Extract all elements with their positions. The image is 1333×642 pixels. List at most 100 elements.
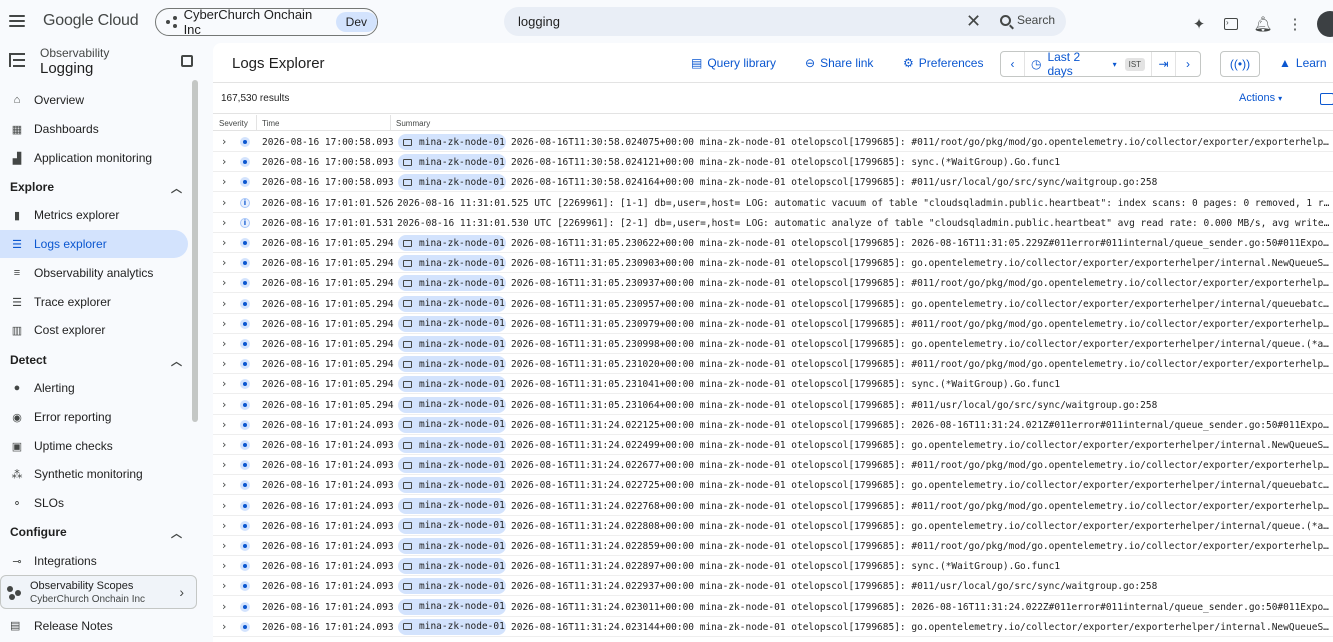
resource-chip[interactable]: mina-zk-node-01 (398, 255, 506, 272)
resource-chip[interactable]: mina-zk-node-01 (398, 558, 506, 575)
expand-row-icon[interactable]: › (222, 357, 226, 370)
expand-row-icon[interactable]: › (222, 256, 226, 269)
share-link-button[interactable]: ⊖ Share link (805, 56, 873, 70)
resource-chip[interactable]: mina-zk-node-01 (398, 336, 506, 352)
resource-chip[interactable]: mina-zk-node-01 (398, 295, 506, 312)
search-input[interactable] (518, 14, 958, 29)
sidebar-item-cost-explorer[interactable]: ▥ Cost explorer (0, 316, 188, 344)
table-row[interactable]: › 2026-08-16 17:01:05.294 mina-zk-node-01 2… (213, 354, 1333, 375)
table-row[interactable]: › 2026-08-16 17:01:24.093 mina-zk-node-01 2… (213, 556, 1333, 577)
table-row[interactable]: › 2026-08-16 17:01:05.294 mina-zk-node-01 2… (213, 374, 1333, 395)
observability-scopes-button[interactable]: Observability Scopes CyberChurch Onchain… (0, 575, 197, 609)
notifications-bell-icon[interactable]: 🔔︎ (1253, 14, 1273, 34)
resource-chip[interactable]: mina-zk-node-01 (398, 618, 506, 635)
resource-chip[interactable]: mina-zk-node-01 (398, 538, 506, 554)
resource-chip[interactable]: mina-zk-node-01 (398, 235, 506, 251)
table-row[interactable]: › i 2026-08-16 17:01:01.526 2026-08-16 11:3… (213, 193, 1333, 213)
previous-range-button[interactable]: ‹ (1001, 52, 1025, 76)
expand-row-icon[interactable]: › (222, 175, 226, 188)
clear-search-icon[interactable]: ✕ (966, 12, 981, 30)
table-row[interactable]: › 2026-08-16 17:01:05.294 mina-zk-node-01 2… (213, 253, 1333, 274)
expand-row-icon[interactable]: › (222, 276, 226, 289)
sidebar-item-uptime-checks[interactable]: ▣ Uptime checks (0, 432, 188, 460)
learn-button[interactable]: ▲ Learn (1279, 56, 1327, 70)
gemini-spark-icon[interactable]: ✦ (1189, 14, 1209, 34)
sidebar-item-slos[interactable]: ⚬ SLOs (0, 489, 188, 517)
table-row[interactable]: › 2026-08-16 17:00:58.093 mina-zk-node-01 2… (213, 132, 1333, 152)
resource-chip[interactable]: mina-zk-node-01 (398, 134, 506, 150)
resource-chip[interactable]: mina-zk-node-01 (398, 174, 506, 191)
table-row[interactable]: › 2026-08-16 17:01:05.294 mina-zk-node-01 2… (213, 395, 1333, 415)
search-button[interactable]: Search (1000, 13, 1055, 27)
expand-row-icon[interactable]: › (222, 600, 226, 613)
resource-chip[interactable]: mina-zk-node-01 (398, 477, 506, 494)
expand-row-icon[interactable]: › (222, 377, 226, 390)
resource-chip[interactable]: mina-zk-node-01 (398, 517, 506, 534)
sidebar-item-synthetic-monitoring[interactable]: ⁂ Synthetic monitoring (0, 460, 188, 488)
expand-row-icon[interactable]: › (222, 478, 226, 491)
table-row[interactable]: › 2026-08-16 17:01:05.294 mina-zk-node-01 2… (213, 233, 1333, 253)
collapse-sidebar-icon[interactable] (181, 55, 193, 67)
table-row[interactable]: › 2026-08-16 17:01:24.093 mina-zk-node-01 2… (213, 576, 1333, 597)
sidebar-item-observability-analytics[interactable]: ≡ Observability analytics (0, 259, 188, 287)
expand-row-icon[interactable]: › (222, 236, 226, 249)
avatar[interactable] (1317, 11, 1333, 37)
resource-chip[interactable]: mina-zk-node-01 (398, 356, 506, 373)
preferences-button[interactable]: ⚙ Preferences (903, 56, 983, 70)
more-vert-icon[interactable]: ⋮ (1285, 14, 1305, 34)
table-row[interactable]: › 2026-08-16 17:01:24.093 mina-zk-node-01 2… (213, 536, 1333, 556)
sidebar-item-overview[interactable]: ⌂ Overview (0, 86, 188, 114)
table-row[interactable]: › i 2026-08-16 17:01:01.531 2026-08-16 11:3… (213, 213, 1333, 233)
sidebar-item-trace-explorer[interactable]: ☰ Trace explorer (0, 288, 188, 316)
search-bar[interactable]: ✕ Search (504, 7, 1066, 36)
resource-chip[interactable]: mina-zk-node-01 (398, 457, 506, 474)
column-divider[interactable] (256, 115, 257, 131)
table-row[interactable]: › 2026-08-16 17:01:24.093 mina-zk-node-01 2… (213, 617, 1333, 637)
column-time[interactable]: Time (262, 119, 279, 128)
table-row[interactable]: › 2026-08-16 17:01:05.294 mina-zk-node-01 2… (213, 314, 1333, 334)
expand-row-icon[interactable]: › (222, 317, 226, 330)
sidebar-item-alerting[interactable]: ● Alerting (0, 374, 188, 402)
resource-chip[interactable]: mina-zk-node-01 (398, 376, 506, 393)
next-range-button[interactable]: › (1176, 52, 1200, 76)
resource-chip[interactable]: mina-zk-node-01 (398, 154, 506, 171)
resource-chip[interactable]: mina-zk-node-01 (398, 437, 506, 453)
table-row[interactable]: › 2026-08-16 17:01:24.093 mina-zk-node-01 2… (213, 475, 1333, 496)
project-picker[interactable]: CyberChurch Onchain Inc Dev (155, 7, 378, 37)
expand-row-icon[interactable]: › (222, 135, 226, 148)
sidebar-scrollbar[interactable] (192, 80, 198, 422)
main-menu-icon[interactable] (8, 12, 26, 30)
time-range-selector[interactable]: ◷ Last 2 days ▾ IST (1025, 50, 1153, 78)
google-cloud-logo[interactable]: Google Cloud (43, 12, 139, 30)
release-notes-link[interactable]: ▤ Release Notes (10, 619, 113, 633)
sidebar-item-error-reporting[interactable]: ◉ Error reporting (0, 403, 188, 431)
table-row[interactable]: › 2026-08-16 17:01:05.294 mina-zk-node-01 2… (213, 294, 1333, 314)
expand-row-icon[interactable]: › (222, 418, 226, 431)
table-row[interactable]: › 2026-08-16 17:01:24.093 mina-zk-node-01 2… (213, 435, 1333, 455)
table-row[interactable]: › 2026-08-16 17:01:24.093 mina-zk-node-01 2… (213, 455, 1333, 476)
resource-chip[interactable]: mina-zk-node-01 (398, 315, 506, 332)
section-detect[interactable]: Detect ︿ (0, 348, 192, 372)
sidebar-item-dashboards[interactable]: ▦ Dashboards (0, 115, 188, 143)
section-explore[interactable]: Explore ︿ (0, 175, 192, 199)
expand-row-icon[interactable]: › (222, 297, 226, 310)
resource-chip[interactable]: mina-zk-node-01 (398, 396, 506, 413)
expand-row-icon[interactable]: › (222, 499, 226, 512)
expand-row-icon[interactable]: › (222, 579, 226, 592)
expand-row-icon[interactable]: › (222, 539, 226, 552)
expand-row-icon[interactable]: › (222, 519, 226, 532)
expand-row-icon[interactable]: › (222, 559, 226, 572)
jump-to-now-button[interactable]: ⇥ (1152, 52, 1177, 76)
table-row[interactable]: › 2026-08-16 17:01:24.093 mina-zk-node-01 2… (213, 415, 1333, 435)
expand-row-icon[interactable]: › (222, 216, 226, 229)
query-library-button[interactable]: ▤ Query library (691, 56, 776, 70)
stream-logs-button[interactable]: ((•)) (1220, 51, 1260, 77)
table-row[interactable]: › 2026-08-16 17:01:05.294 mina-zk-node-01 2… (213, 334, 1333, 354)
expand-row-icon[interactable]: › (222, 458, 226, 471)
expand-row-icon[interactable]: › (222, 620, 226, 633)
section-configure[interactable]: Configure ︿ (0, 520, 192, 544)
table-row[interactable]: › 2026-08-16 17:01:24.093 mina-zk-node-01 2… (213, 516, 1333, 536)
expand-row-icon[interactable]: › (222, 196, 226, 209)
sidebar-item-application-monitoring[interactable]: ▟ Application monitoring (0, 144, 188, 172)
sidebar-item-logs-explorer[interactable]: ☰ Logs explorer (0, 230, 188, 258)
